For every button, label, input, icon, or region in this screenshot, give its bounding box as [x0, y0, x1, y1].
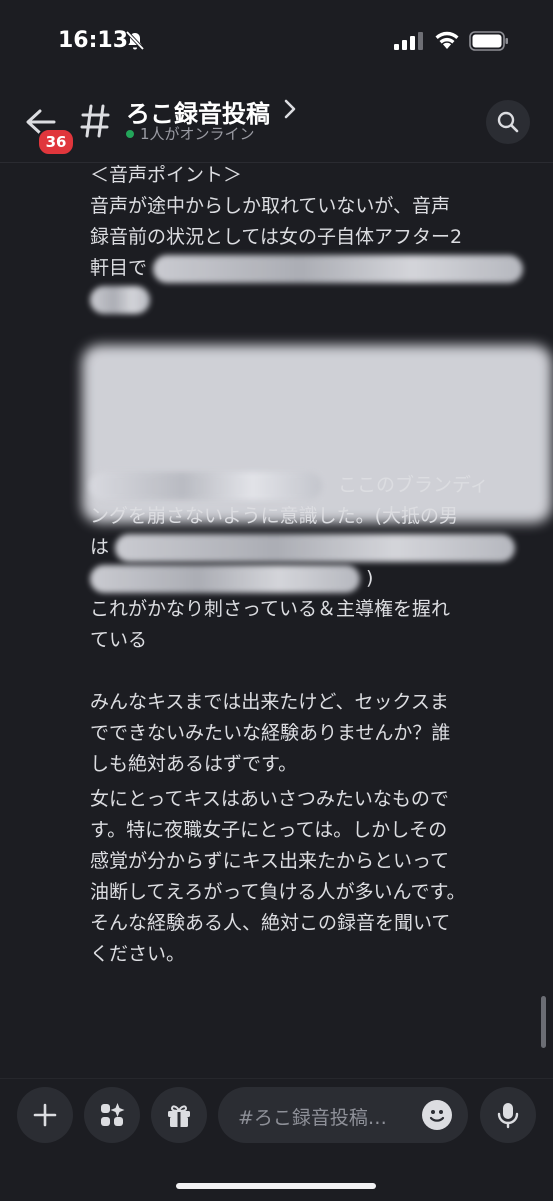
redacted-text — [90, 564, 360, 593]
composer-bar: #ろこ録音投稿… — [0, 1078, 553, 1201]
message-line-with-redaction: 軒目で — [90, 253, 530, 284]
message-line: しも絶対あるはずです。 — [90, 753, 298, 775]
message-line: 油断してえろがって負ける人が多いんです。 — [90, 881, 466, 903]
home-indicator[interactable] — [176, 1183, 376, 1189]
unread-badge: 36 — [37, 128, 75, 156]
scrollbar[interactable] — [541, 996, 546, 1048]
message-text: ) — [366, 567, 374, 589]
message-line: ている — [90, 629, 148, 651]
online-indicator — [126, 130, 134, 138]
message-line: ください。 — [90, 943, 186, 965]
message-input[interactable]: #ろこ録音投稿… — [218, 1087, 468, 1143]
emoji-icon[interactable] — [422, 1100, 452, 1130]
message-input-placeholder: #ろこ録音投稿… — [238, 1107, 387, 1129]
message-line: 感覚が分からずにキス出来たからといって — [90, 850, 450, 872]
message-line: 女にとってキスはあいさつみたいなもので — [90, 788, 449, 810]
wifi-icon — [435, 31, 459, 49]
message-text: は — [90, 536, 110, 558]
message-line: そんな経験ある人、絶対この録音を聞いて — [90, 912, 451, 934]
redacted-text — [90, 285, 150, 314]
add-button[interactable] — [17, 1087, 73, 1143]
message-line-with-redaction: ) — [90, 563, 530, 594]
channel-header: 36 ろこ録音投稿 1人がオンライン — [0, 82, 553, 163]
apps-button[interactable] — [84, 1087, 140, 1143]
message-text: 軒目で — [90, 257, 148, 279]
message-content: ＜音声ポイント＞ 音声が途中からしか取れていないが、音声 録音前の状況としては女… — [90, 160, 530, 970]
redacted-text — [115, 533, 516, 562]
status-bar: 16:13 — [0, 0, 553, 80]
message-line: でできないみたいな経験ありませんか？誰 — [90, 722, 451, 744]
plus-icon — [33, 1103, 57, 1127]
cellular-signal-icon — [394, 32, 423, 50]
message-line: ＜音声ポイント＞ — [90, 164, 243, 186]
redacted-text — [153, 254, 524, 283]
online-status: 1人がオンライン — [140, 125, 255, 143]
bell-muted-icon — [125, 30, 145, 51]
microphone-icon — [497, 1103, 519, 1129]
message-line: ングを崩さないように意識した。(大抵の男 — [90, 505, 459, 527]
message-line-with-redaction — [90, 284, 530, 315]
message-line: みんなキスまでは出来たけど、セックスま — [90, 691, 449, 713]
message-text: ここのブランディ — [338, 474, 489, 496]
chevron-right-icon[interactable] — [284, 99, 296, 119]
search-icon — [497, 111, 519, 133]
message-line: 音声が途中からしか取れていないが、音声 — [90, 195, 451, 217]
gift-icon — [168, 1105, 190, 1127]
message-line-with-redaction: ここのブランディ — [90, 470, 530, 501]
message-line: 録音前の状況としては女の子自体アフター2 — [90, 226, 463, 248]
search-button[interactable] — [486, 100, 530, 144]
message-line: これがかなり刺さっている＆主導権を握れ — [90, 598, 451, 620]
hash-icon — [80, 104, 110, 138]
battery-icon — [469, 31, 508, 51]
emoji-face-icon — [429, 1110, 445, 1122]
status-time: 16:13 — [58, 28, 129, 53]
voice-message-button[interactable] — [480, 1087, 536, 1143]
message-line-with-redaction: は — [90, 532, 530, 563]
message-line: す。特に夜職女子にとっては。しかしその — [90, 819, 448, 841]
redacted-text — [90, 471, 322, 500]
gift-button[interactable] — [151, 1087, 207, 1143]
apps-icon — [101, 1103, 125, 1126]
